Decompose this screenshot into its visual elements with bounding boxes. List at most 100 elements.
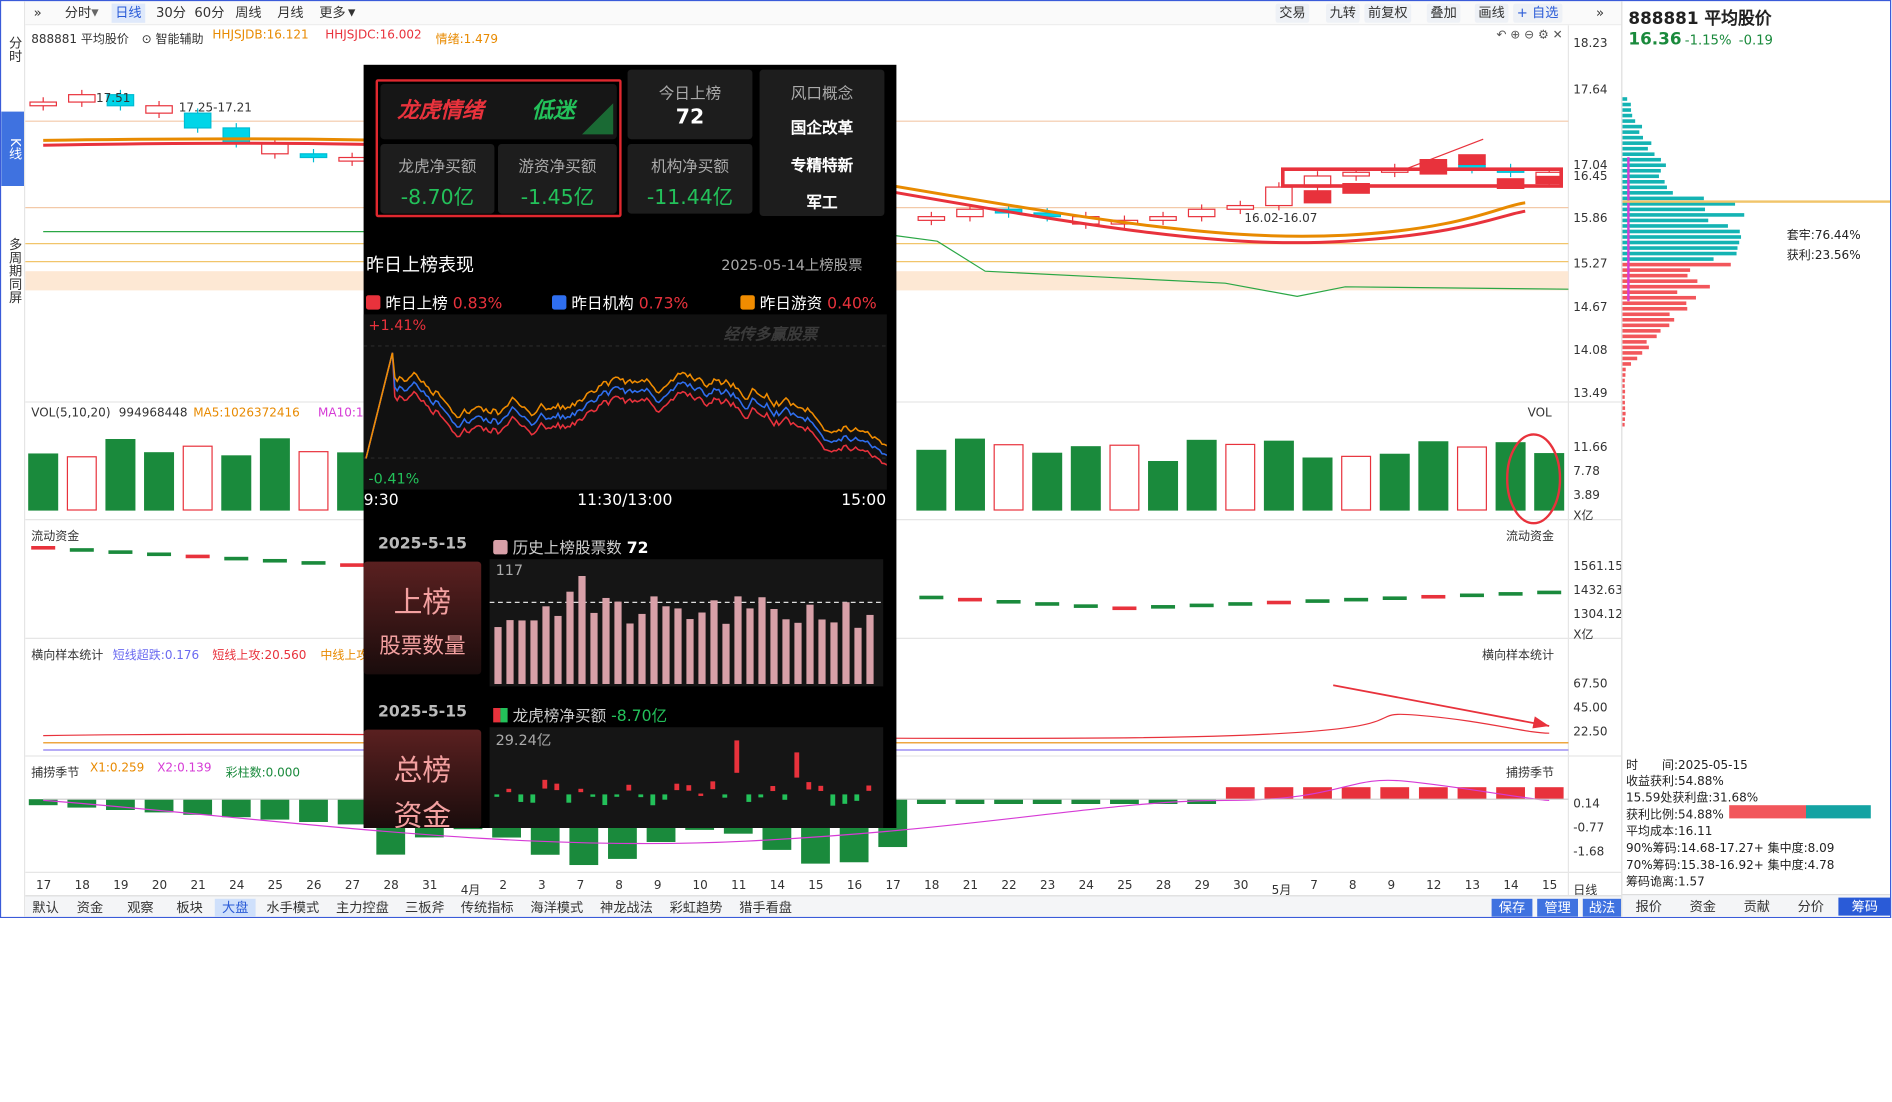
- flow-dash: [1382, 596, 1407, 600]
- trade-button[interactable]: 交易: [1275, 3, 1310, 23]
- flow-dash: [108, 550, 133, 554]
- volume-bar: [1456, 446, 1487, 511]
- flow-dash: [262, 558, 287, 563]
- collapse-icon[interactable]: »: [30, 4, 45, 23]
- save-button[interactable]: 保存: [1491, 898, 1533, 917]
- indicator-tab[interactable]: 默认: [28, 899, 64, 917]
- legend-swatch-red: [366, 295, 381, 310]
- period-toolbar: » 分时 ▼ 日线 30分 60分 周线 月线 更多 ▼ 交易 九转 前复权 叠…: [25, 1, 1622, 26]
- concept-item[interactable]: 专精特新: [760, 152, 885, 175]
- legend-swatch-orange: [740, 295, 755, 310]
- flow-dash: [1421, 594, 1446, 599]
- flow-dash: [919, 595, 944, 600]
- hhjsjdb-value: HHJSJDB:16.121: [212, 28, 309, 42]
- net-bar: [638, 794, 644, 798]
- indicator-tab[interactable]: 资金: [68, 899, 111, 917]
- chip-bar: [1622, 323, 1670, 328]
- chip-bar: [1622, 273, 1688, 278]
- chip-bar: [1622, 362, 1632, 366]
- hist-max: 117: [495, 561, 524, 579]
- chip-bar: [1622, 191, 1673, 195]
- right-chip-gap: 筹码诡离:1.57: [1626, 876, 1705, 890]
- hist-bar: [626, 623, 634, 684]
- perf-time-mid: 11:30/13:00: [577, 492, 673, 511]
- tab-kline[interactable]: K线: [1, 111, 24, 186]
- hist-value: 72: [626, 540, 649, 558]
- tb-30min-button[interactable]: 30分: [152, 4, 189, 23]
- tb-daily-button[interactable]: 日线: [111, 3, 146, 23]
- draw-button[interactable]: 画线: [1474, 3, 1509, 23]
- chip-bar: [1622, 146, 1648, 151]
- chip-bar: [1622, 318, 1675, 322]
- right-tab[interactable]: 贡献: [1730, 898, 1783, 916]
- manage-button[interactable]: 管理: [1537, 898, 1579, 917]
- expand-icon[interactable]: »: [1592, 4, 1607, 23]
- volume-bar: [1032, 452, 1063, 511]
- indicator-tab[interactable]: 传统指标: [455, 899, 520, 917]
- date-tick: 12: [1426, 879, 1442, 893]
- date-tick: 18: [924, 879, 940, 893]
- date-tick: 21: [190, 879, 206, 893]
- adjust-button[interactable]: 前复权: [1364, 3, 1412, 23]
- chip-cost-line: [1627, 157, 1630, 302]
- indicator-tab[interactable]: 板块: [169, 899, 210, 917]
- indicator-tab[interactable]: 彩虹趋势: [664, 899, 729, 917]
- net-date: 2025-5-15: [378, 703, 467, 722]
- season-bar: [1457, 787, 1487, 800]
- hist-bar: [746, 608, 754, 684]
- right-tab[interactable]: 资金: [1676, 898, 1729, 916]
- indicator-tab[interactable]: 水手模式: [260, 899, 325, 917]
- flow-dash: [957, 597, 982, 602]
- flow-label: 流动资金: [1506, 530, 1555, 544]
- hist-bar: [542, 606, 550, 684]
- indicator-tab[interactable]: 猎手看盘: [733, 899, 798, 917]
- chip-bar: [1622, 345, 1649, 350]
- net-bar: [818, 785, 824, 791]
- jg-net-value: -11.44亿: [646, 186, 734, 211]
- chip-bar: [1622, 373, 1626, 377]
- tb-monthly-button[interactable]: 月线: [274, 4, 308, 23]
- candle-body: [956, 208, 984, 218]
- concept-item[interactable]: 国企改革: [760, 115, 885, 138]
- chip-bar: [1622, 284, 1710, 289]
- indicator-tab[interactable]: 三板斧: [400, 899, 450, 917]
- indicator-tab[interactable]: 观察: [116, 899, 164, 917]
- jiuzhuan-button[interactable]: 九转: [1326, 3, 1360, 23]
- right-change: -0.19: [1738, 32, 1773, 48]
- volume-bar: [1225, 443, 1256, 511]
- overlay-button[interactable]: 叠加: [1426, 3, 1461, 23]
- candle-body: [145, 105, 173, 114]
- panel-axis-tick: 3.89: [1573, 489, 1600, 503]
- right-tab[interactable]: 分价: [1784, 898, 1837, 916]
- right-tab[interactable]: 报价: [1622, 898, 1675, 916]
- chip-bar: [1622, 367, 1626, 372]
- favorite-button[interactable]: + 自选: [1513, 3, 1563, 23]
- season-bar: [1418, 787, 1448, 800]
- concept-item[interactable]: 军工: [760, 190, 885, 212]
- indicator-tab[interactable]: 主力控盘: [330, 899, 395, 917]
- indicator-tab[interactable]: 海洋模式: [524, 899, 589, 917]
- chip-bar: [1622, 340, 1647, 344]
- jg-net-card: 机构净买额 -11.44亿: [627, 144, 753, 214]
- chevron-down-icon: ▼: [91, 7, 99, 18]
- hist-bar: [794, 622, 802, 684]
- tb-60min-button[interactable]: 60分: [191, 4, 228, 23]
- main-panel-tools[interactable]: ↶ ⊕ ⊖ ⚙ ✕: [1496, 29, 1562, 42]
- indicator-tab[interactable]: 大盘: [214, 898, 256, 917]
- flow-dash: [1112, 606, 1137, 611]
- volume-bar: [1341, 455, 1372, 511]
- indicator-tab[interactable]: 神龙战法: [594, 899, 659, 917]
- assist-toggle[interactable]: ⊙ 智能辅助: [142, 29, 204, 47]
- tb-weekly-button[interactable]: 周线: [232, 4, 266, 23]
- strategy-button[interactable]: 战法: [1582, 898, 1622, 917]
- chip-bar: [1622, 141, 1652, 145]
- flow-dash: [69, 548, 94, 552]
- volume-bar: [144, 452, 175, 511]
- tab-fenshi[interactable]: 分时: [1, 25, 24, 73]
- right-tab[interactable]: 筹码: [1838, 897, 1891, 916]
- tab-multi-period[interactable]: 多周期同屏: [1, 222, 24, 318]
- chip-bar: [1622, 124, 1643, 129]
- hist-bar: [638, 613, 646, 684]
- volume-bar: [1186, 439, 1217, 511]
- mood-title: 龙虎情绪: [397, 98, 484, 124]
